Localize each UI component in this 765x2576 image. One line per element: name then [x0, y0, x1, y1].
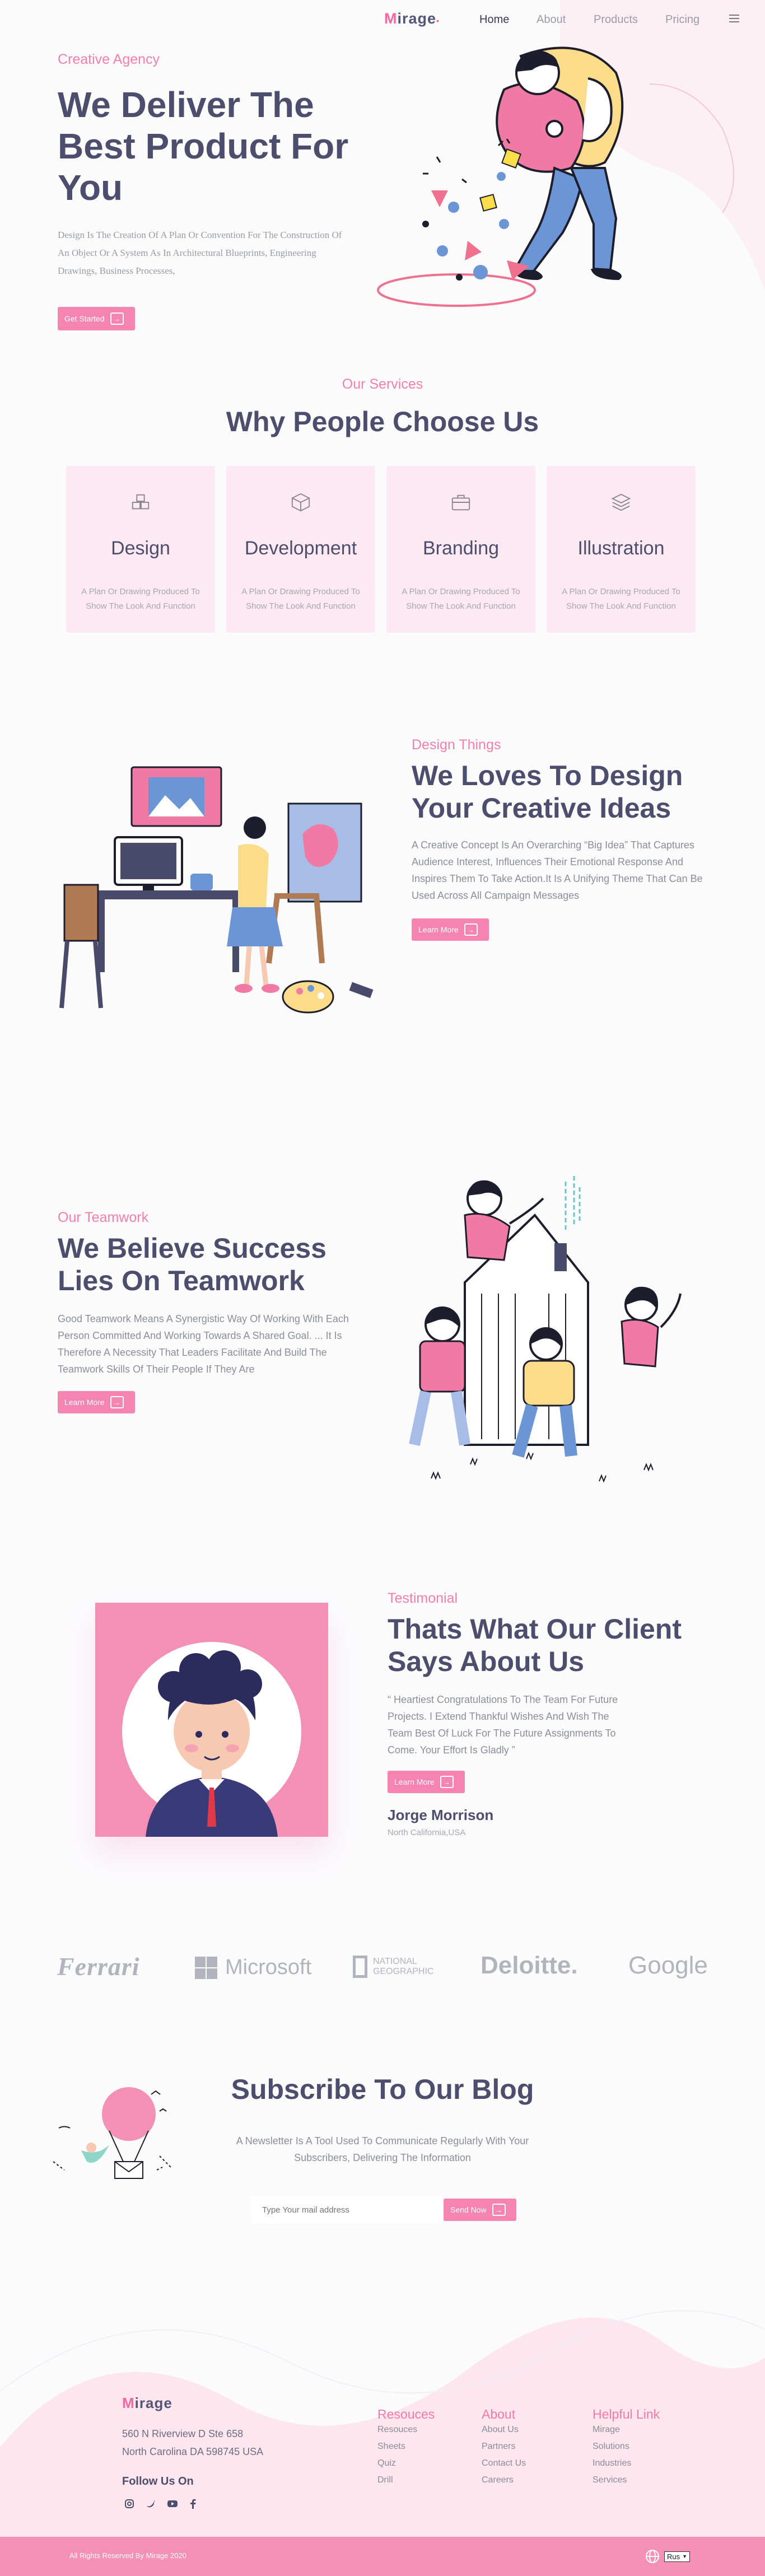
testimonial-eyebrow: Testimonial: [388, 1590, 458, 1606]
service-card-illustration[interactable]: Illustration A Plan Or Drawing Produced …: [547, 466, 696, 633]
design-learn-more-button[interactable]: Learn More →: [412, 918, 489, 941]
arrow-right-icon: →: [110, 312, 124, 325]
footer-link[interactable]: Industries: [593, 2455, 631, 2472]
footer-address-line2: North Carolina DA 598745 USA: [122, 2446, 264, 2457]
card-title: Design: [111, 538, 170, 559]
hero-illustration: [377, 46, 624, 307]
footer-col-about-title: About: [482, 2407, 516, 2421]
testimonial-author-name: Jorge Morrison: [388, 1807, 494, 1823]
footer-link[interactable]: Mirage: [593, 2421, 620, 2438]
design-description: A Creative Concept Is An Overarching “Bi…: [412, 839, 703, 901]
brand-ferrari: Ferrari: [57, 1952, 140, 1981]
nav-products[interactable]: Products: [594, 13, 638, 26]
footer-link[interactable]: Services: [593, 2472, 627, 2489]
footer-link[interactable]: Drill: [377, 2472, 393, 2489]
hero-eyebrow: Creative Agency: [58, 52, 160, 67]
brand-logo[interactable]: Mirage•: [384, 10, 440, 27]
testimonial-photo-card: [95, 1603, 328, 1837]
social-links: [124, 2499, 196, 2509]
footer-col-helpful-title: Helpful Link: [593, 2407, 660, 2421]
brand-deloitte: Deloitte.: [481, 1952, 578, 1979]
footer-link[interactable]: Solutions: [593, 2438, 629, 2455]
services-title: Why People Choose Us: [226, 406, 539, 437]
language-select[interactable]: Rus ▼: [664, 2551, 691, 2562]
team-learn-more-button[interactable]: Learn More →: [58, 1391, 135, 1413]
design-eyebrow: Design Things: [412, 737, 501, 753]
arrow-right-icon: →: [464, 923, 478, 936]
briefcase-icon: [451, 494, 470, 511]
service-card-development[interactable]: Development A Plan Or Drawing Produced T…: [226, 466, 375, 633]
twitter-icon[interactable]: [146, 2499, 156, 2509]
subscribe-title: Subscribe To Our Blog: [231, 2074, 534, 2105]
card-text: A Plan Or Drawing Produced To Show The L…: [241, 587, 360, 611]
nav-pricing[interactable]: Pricing: [665, 13, 699, 26]
card-text: A Plan Or Drawing Produced To Show The L…: [562, 587, 680, 611]
card-text: A Plan Or Drawing Produced To Show The L…: [81, 587, 200, 611]
design-title: We Loves To Design Your Creative Ideas: [412, 760, 683, 824]
facebook-icon[interactable]: [189, 2499, 196, 2509]
nav-home[interactable]: Home: [479, 13, 509, 26]
natgeo-frame-icon: [353, 1956, 367, 1978]
follow-us-label: Follow Us On: [122, 2475, 194, 2488]
footer-link[interactable]: Careers: [482, 2472, 514, 2489]
hero-description: Design Is The Creation Of A Plan Or Conv…: [58, 230, 342, 276]
subscribe-email-input[interactable]: [251, 2196, 442, 2223]
team-title: We Believe Success Lies On Teamwork: [58, 1233, 326, 1296]
footer-link[interactable]: Sheets: [377, 2438, 405, 2455]
card-text: A Plan Or Drawing Produced To Show The L…: [402, 587, 520, 611]
layers-icon: [611, 493, 631, 511]
team-eyebrow: Our Teamwork: [58, 1210, 149, 1225]
language-selector[interactable]: Rus ▼: [645, 2549, 691, 2564]
send-now-button[interactable]: Send Now →: [444, 2199, 516, 2221]
footer-link[interactable]: Quiz: [377, 2455, 396, 2472]
footer-logo[interactable]: Mirage: [122, 2395, 172, 2412]
youtube-icon[interactable]: [167, 2499, 178, 2508]
get-started-button[interactable]: Get Started →: [58, 307, 135, 330]
brand-national-geographic: NATIONAL GEOGRAPHIC: [353, 1956, 435, 1978]
testimonial-learn-more-button[interactable]: Learn More →: [388, 1771, 465, 1793]
testimonial-quote: “ Heartiest Congratulations To The Team …: [388, 1694, 618, 1756]
card-title: Illustration: [577, 538, 665, 559]
microsoft-logo-icon: [195, 1956, 217, 1979]
arrow-right-icon: →: [440, 1776, 454, 1788]
footer-col-resources-title: Resouces: [377, 2407, 435, 2421]
brand-microsoft: Microsoft: [195, 1956, 311, 1980]
service-card-branding[interactable]: Branding A Plan Or Drawing Produced To S…: [386, 466, 535, 633]
nav-about[interactable]: About: [537, 13, 566, 26]
teamwork-illustration: [409, 1176, 682, 1483]
menu-icon[interactable]: [729, 12, 739, 25]
arrow-right-icon: →: [110, 1396, 124, 1408]
card-title: Development: [244, 538, 357, 559]
hero-title: We Deliver The Best Product For You: [58, 85, 349, 208]
box-icon: [291, 493, 310, 512]
cubes-icon: [132, 494, 150, 510]
footer-bottom-bar: All Rights Reserved By Mirage 2020 Rus ▼: [0, 2537, 765, 2576]
chevron-down-icon: ▼: [682, 2554, 688, 2559]
subscribe-description: A Newsletter Is A Tool Used To Communica…: [236, 2135, 529, 2163]
footer-link[interactable]: Partners: [482, 2438, 515, 2455]
copyright-text: All Rights Reserved By Mirage 2020: [69, 2551, 186, 2560]
service-card-design[interactable]: Design A Plan Or Drawing Produced To Sho…: [66, 466, 215, 633]
globe-icon: [646, 2550, 659, 2563]
testimonial-title: Thats What Our Client Says About Us: [388, 1613, 682, 1677]
footer-link[interactable]: Contact Us: [482, 2455, 526, 2472]
footer-link[interactable]: Resouces: [377, 2421, 417, 2438]
footer-wave-background: [0, 2310, 765, 2537]
footer-link[interactable]: About Us: [482, 2421, 519, 2438]
instagram-icon[interactable]: [124, 2499, 134, 2509]
services-eyebrow: Our Services: [342, 376, 423, 392]
brand-google: Google: [628, 1952, 708, 1979]
design-illustration: [59, 766, 374, 1014]
footer-address-line1: 560 N Riverview D Ste 658: [122, 2428, 244, 2439]
team-description: Good Teamwork Means A Synergistic Way Of…: [58, 1313, 349, 1375]
card-title: Branding: [422, 538, 500, 559]
arrow-right-icon: →: [492, 2204, 506, 2216]
avatar: [122, 1642, 301, 1837]
testimonial-author-location: North California,USA: [388, 1828, 466, 1837]
